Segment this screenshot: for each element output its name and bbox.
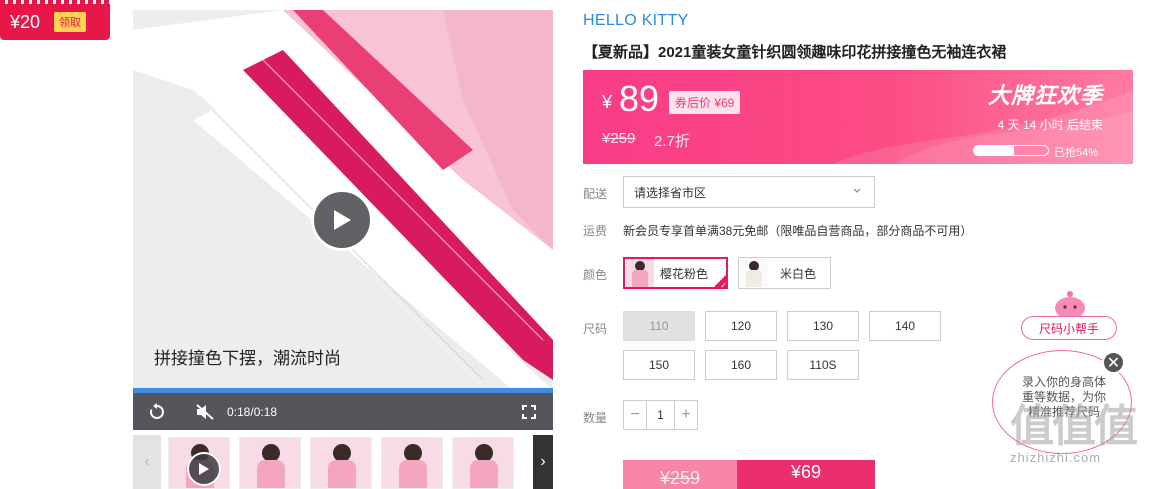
- promo-title: 大牌狂欢季: [987, 83, 1103, 108]
- watermark-url: zhizhizhi.com: [1010, 450, 1102, 465]
- play-button[interactable]: [311, 189, 373, 251]
- size-option[interactable]: 130: [787, 311, 859, 341]
- promo-countdown: 4 天 14 小时 后结束: [997, 118, 1103, 132]
- thumbnail-image[interactable]: [310, 437, 372, 489]
- sold-percent-text: 已抢54%: [1054, 147, 1099, 159]
- color-option-white[interactable]: 米白色: [738, 257, 831, 289]
- watermark-logo: 值值值: [1010, 402, 1138, 451]
- quantity-input[interactable]: 1: [646, 401, 675, 429]
- thumbnail-video[interactable]: [168, 437, 230, 489]
- video-time: 0:18/0:18: [227, 404, 278, 419]
- video-caption: 拼接撞色下摆，潮流时尚: [154, 349, 341, 368]
- thumbnail-image[interactable]: [452, 437, 514, 489]
- size-option[interactable]: 120: [705, 311, 777, 341]
- size-helper-title[interactable]: 尺码小帮手: [1021, 316, 1117, 340]
- fullscreen-icon[interactable]: [517, 400, 541, 424]
- freight-label: 运费: [583, 224, 608, 238]
- product-title: 【夏新品】2021童装女童针织圆领趣味印花拼接撞色无袖连衣裙: [583, 44, 1007, 61]
- quantity-stepper: − 1 +: [623, 400, 698, 430]
- product-video[interactable]: 拼接撞色下摆，潮流时尚 0:18/0:18: [133, 10, 553, 430]
- color-swatch-image: [626, 259, 654, 287]
- coupon-amount: ¥20: [10, 11, 41, 32]
- shipping-label: 配送: [583, 187, 608, 201]
- mute-icon[interactable]: [193, 400, 217, 424]
- discount-rate: 2.7折: [654, 133, 690, 150]
- original-price: ¥259: [602, 130, 636, 147]
- video-controls: 0:18/0:18: [133, 393, 553, 430]
- chevron-down-icon: [853, 188, 861, 193]
- sold-progress-bar: [973, 145, 1049, 156]
- thumbnail-prev-button[interactable]: ‹: [133, 435, 161, 489]
- region-select[interactable]: 请选择省市区: [623, 176, 875, 208]
- freight-info: 新会员专享首单满38元免邮（限唯品自营商品，部分商品不可用）: [623, 224, 973, 238]
- color-option-label: 樱花粉色: [660, 266, 709, 281]
- quantity-increase-button[interactable]: +: [675, 401, 697, 429]
- quantity-label: 数量: [583, 411, 608, 425]
- color-swatch-image: [740, 259, 768, 287]
- size-label: 尺码: [583, 322, 608, 336]
- selected-check-icon: [713, 274, 727, 290]
- size-option[interactable]: 150: [623, 350, 695, 380]
- color-option-label: 米白色: [780, 266, 817, 281]
- size-option[interactable]: 160: [705, 350, 777, 380]
- buy-now-button[interactable]: ¥69: [737, 460, 875, 489]
- thumbnail-next-button[interactable]: ›: [533, 435, 553, 489]
- quantity-decrease-button[interactable]: −: [624, 401, 646, 429]
- thumbnail-strip: ‹ ›: [133, 435, 553, 489]
- thumbnail-image[interactable]: [239, 437, 301, 489]
- price-currency: ¥: [602, 92, 613, 112]
- after-coupon-price: 券后价 ¥69: [669, 91, 741, 114]
- size-option[interactable]: 110: [623, 311, 695, 341]
- play-icon: [334, 210, 351, 230]
- sold-progress-fill: [974, 146, 1014, 155]
- close-icon[interactable]: ✕: [1102, 351, 1125, 374]
- color-label: 颜色: [583, 268, 608, 282]
- play-icon: [187, 452, 221, 486]
- coupon-tag[interactable]: ¥20 领取: [0, 0, 110, 40]
- claim-coupon-button[interactable]: 领取: [54, 12, 87, 32]
- price-panel: ¥ 89 券后价 ¥69 ¥259 2.7折 大牌狂欢季 4 天 14 小时 后…: [583, 70, 1133, 164]
- watermark: 值值值 zhizhizhi.com: [1010, 402, 1157, 466]
- size-option[interactable]: 140: [869, 311, 941, 341]
- region-select-value: 请选择省市区: [634, 185, 707, 200]
- color-option-pink[interactable]: 樱花粉色: [623, 257, 728, 290]
- price-current: 89: [619, 78, 660, 119]
- brand-link[interactable]: HELLO KITTY: [583, 12, 689, 30]
- thumbnail-image[interactable]: [381, 437, 443, 489]
- replay-icon[interactable]: [145, 400, 169, 424]
- buy-original-price[interactable]: ¥259: [623, 460, 737, 489]
- size-option[interactable]: 110S: [787, 350, 859, 380]
